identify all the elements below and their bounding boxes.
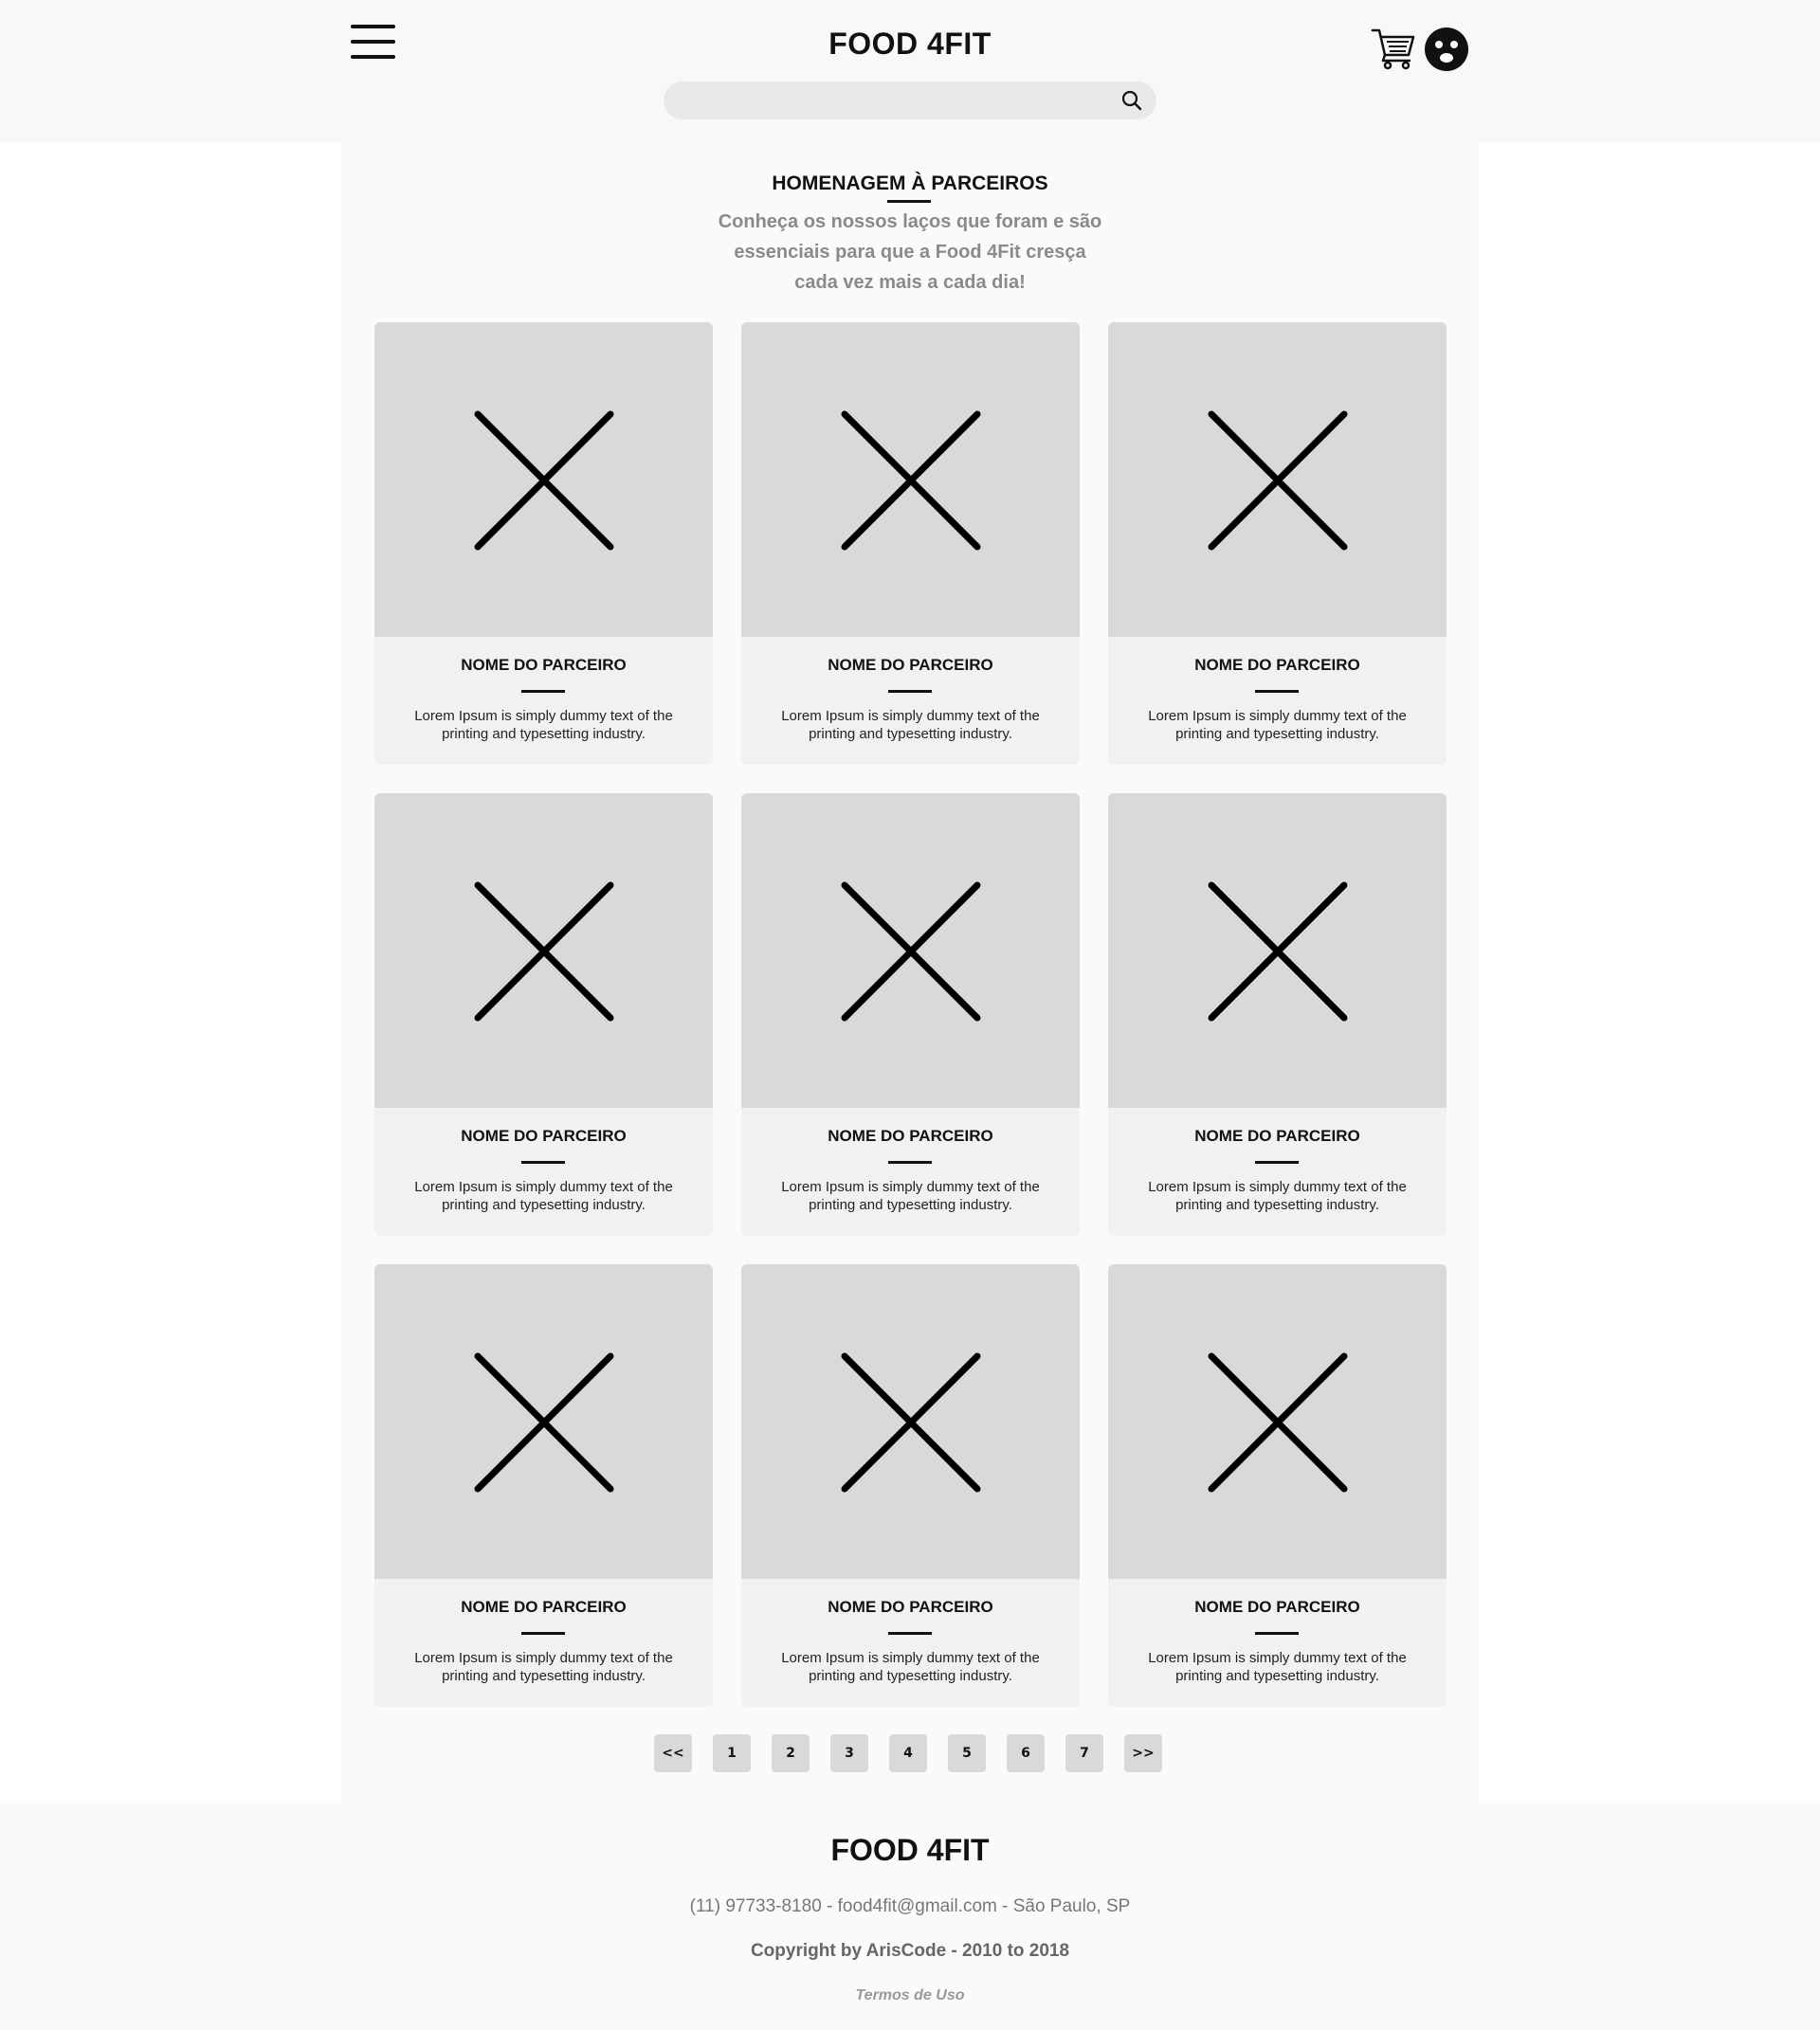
partner-card[interactable]: NOME DO PARCEIRO Lorem Ipsum is simply du… (374, 1264, 713, 1707)
page-button-6[interactable]: 6 (1007, 1734, 1045, 1772)
image-placeholder-icon (474, 1352, 614, 1493)
title-divider (887, 200, 931, 203)
partner-card[interactable]: NOME DO PARCEIRO Lorem Ipsum is simply du… (1108, 322, 1447, 765)
top-header: FOOD 4FIT (0, 0, 1820, 142)
partner-name-divider (888, 690, 932, 693)
partner-name: NOME DO PARCEIRO (828, 1127, 993, 1145)
partner-name: NOME DO PARCEIRO (1194, 1598, 1360, 1616)
partner-description: Lorem Ipsum is simply dummy text of the … (414, 1179, 673, 1213)
partner-image (1108, 793, 1447, 1108)
partner-image (741, 1264, 1080, 1579)
brand-logo[interactable]: FOOD 4FIT (0, 27, 1820, 62)
partner-name-divider (888, 1161, 932, 1164)
pagination: << 1 2 3 4 5 6 7 >> (654, 1734, 1166, 1772)
image-placeholder-icon (841, 410, 981, 551)
partner-image (1108, 322, 1447, 637)
partner-name: NOME DO PARCEIRO (1194, 656, 1360, 674)
page-button-7[interactable]: 7 (1065, 1734, 1103, 1772)
partner-image (741, 793, 1080, 1108)
partner-name: NOME DO PARCEIRO (828, 656, 993, 674)
partner-card[interactable]: NOME DO PARCEIRO Lorem Ipsum is simply du… (1108, 793, 1447, 1236)
partner-card[interactable]: NOME DO PARCEIRO Lorem Ipsum is simply du… (741, 322, 1080, 765)
page-button-5[interactable]: 5 (948, 1734, 986, 1772)
page-last-button[interactable]: >> (1124, 1734, 1162, 1772)
partner-card[interactable]: NOME DO PARCEIRO Lorem Ipsum is simply du… (741, 1264, 1080, 1707)
partner-card[interactable]: NOME DO PARCEIRO Lorem Ipsum is simply du… (374, 793, 713, 1236)
partner-name: NOME DO PARCEIRO (461, 1127, 627, 1145)
partner-description: Lorem Ipsum is simply dummy text of the … (1148, 708, 1407, 742)
image-placeholder-icon (1208, 881, 1348, 1022)
user-avatar-icon[interactable] (1424, 27, 1469, 72)
search-bar (664, 82, 1156, 119)
partner-image (374, 322, 713, 637)
partner-description: Lorem Ipsum is simply dummy text of the … (781, 708, 1040, 742)
page-subtitle: Conheça os nossos laços que foram e são … (718, 211, 1102, 293)
partner-image (1108, 1264, 1447, 1579)
partner-name-divider (521, 1161, 565, 1164)
image-placeholder-icon (1208, 1352, 1348, 1493)
partner-name-divider (521, 690, 565, 693)
partner-card[interactable]: NOME DO PARCEIRO Lorem Ipsum is simply du… (1108, 1264, 1447, 1707)
partner-description: Lorem Ipsum is simply dummy text of the … (414, 708, 673, 742)
partner-name: NOME DO PARCEIRO (461, 1598, 627, 1616)
partner-name-divider (521, 1632, 565, 1635)
page-button-2[interactable]: 2 (772, 1734, 810, 1772)
partner-name-divider (1255, 1161, 1299, 1164)
search-input[interactable] (682, 82, 1100, 119)
page-button-1[interactable]: 1 (713, 1734, 751, 1772)
page-button-4[interactable]: 4 (889, 1734, 927, 1772)
partner-name-divider (1255, 690, 1299, 693)
image-placeholder-icon (1208, 410, 1348, 551)
partner-image (374, 793, 713, 1108)
shopping-cart-icon[interactable] (1371, 27, 1416, 70)
image-placeholder-icon (841, 881, 981, 1022)
partner-card[interactable]: NOME DO PARCEIRO Lorem Ipsum is simply du… (374, 322, 713, 765)
partner-description: Lorem Ipsum is simply dummy text of the … (414, 1650, 673, 1684)
footer-brand: FOOD 4FIT (830, 1833, 990, 1867)
partner-description: Lorem Ipsum is simply dummy text of the … (781, 1650, 1040, 1684)
image-placeholder-icon (474, 410, 614, 551)
partner-card[interactable]: NOME DO PARCEIRO Lorem Ipsum is simply du… (741, 793, 1080, 1236)
partners-section: HOMENAGEM À PARCEIROS Conheça os nossos … (341, 142, 1479, 1801)
search-icon[interactable] (1120, 89, 1143, 112)
partner-name-divider (888, 1632, 932, 1635)
page-title: HOMENAGEM À PARCEIROS (772, 172, 1048, 194)
page-first-button[interactable]: << (654, 1734, 692, 1772)
image-placeholder-icon (841, 1352, 981, 1493)
partner-name: NOME DO PARCEIRO (1194, 1127, 1360, 1145)
partner-image (374, 1264, 713, 1579)
partners-grid: NOME DO PARCEIRO Lorem Ipsum is simply du… (374, 322, 1447, 1707)
partner-description: Lorem Ipsum is simply dummy text of the … (1148, 1179, 1407, 1213)
footer-copyright: Copyright by ArisCode - 2010 to 2018 (750, 1941, 1070, 1961)
partner-description: Lorem Ipsum is simply dummy text of the … (1148, 1650, 1407, 1684)
partner-name: NOME DO PARCEIRO (828, 1598, 993, 1616)
page-button-3[interactable]: 3 (830, 1734, 868, 1772)
footer: FOOD 4FIT (11) 97733-8180 - food4fit@gma… (0, 1801, 1820, 2030)
image-placeholder-icon (474, 881, 614, 1022)
partner-name-divider (1255, 1632, 1299, 1635)
partner-description: Lorem Ipsum is simply dummy text of the … (781, 1179, 1040, 1213)
terms-link[interactable]: Termos de Uso (0, 1987, 1820, 2004)
footer-contact: (11) 97733-8180 - food4fit@gmail.com - S… (689, 1896, 1131, 1916)
partner-name: NOME DO PARCEIRO (461, 656, 627, 674)
partner-image (741, 322, 1080, 637)
